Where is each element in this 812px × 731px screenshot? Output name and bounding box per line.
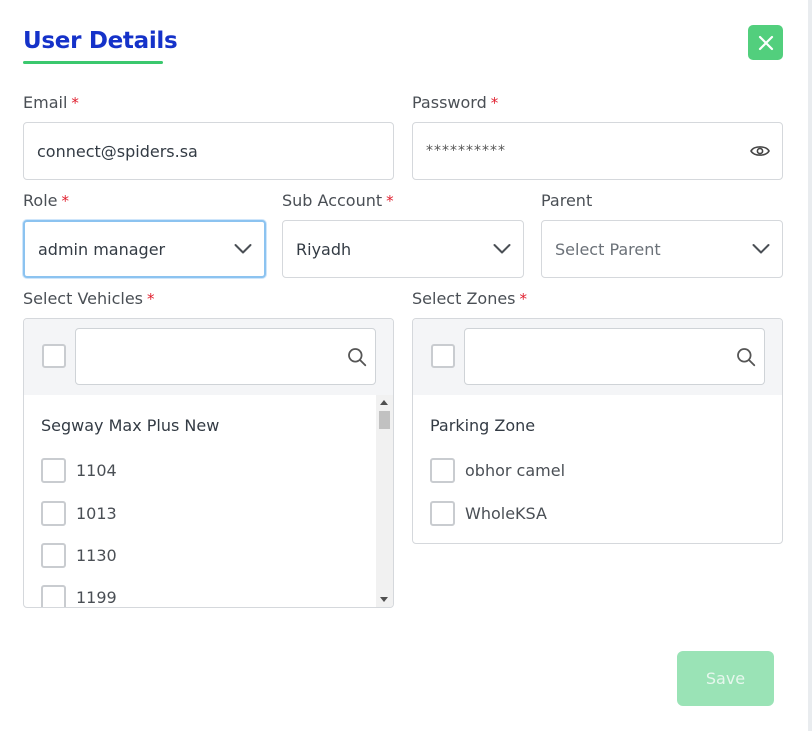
vehicles-picker: Segway Max Plus New 1104 1013 1130 1199: [23, 318, 394, 608]
chevron-down-icon: [752, 244, 770, 254]
scroll-thumb[interactable]: [379, 411, 390, 429]
email-label-text: Email: [23, 93, 68, 112]
list-item[interactable]: 1199: [41, 585, 117, 607]
password-label: Password *: [412, 93, 498, 112]
list-item[interactable]: obhor camel: [430, 458, 565, 483]
vehicle-label: 1104: [76, 461, 117, 480]
zone-label: obhor camel: [465, 461, 566, 480]
sub-account-label-text: Sub Account: [282, 191, 383, 210]
password-value: **********: [426, 143, 506, 159]
role-value: admin manager: [38, 239, 166, 259]
zone-checkbox[interactable]: [430, 458, 455, 483]
vehicles-picker-header: [24, 319, 393, 395]
vehicle-checkbox[interactable]: [41, 501, 66, 526]
user-details-dialog: User Details Email * connect@spiders.sa P…: [0, 0, 812, 731]
vehicle-label: 1013: [76, 504, 117, 523]
role-label-text: Role: [23, 191, 58, 210]
required-mark: *: [386, 192, 394, 210]
password-label-text: Password: [412, 93, 487, 112]
zone-checkbox[interactable]: [430, 501, 455, 526]
sub-account-dropdown-toggle[interactable]: [493, 244, 511, 255]
sub-account-value: Riyadh: [296, 239, 352, 259]
vehicles-search-button[interactable]: [347, 347, 367, 367]
email-field[interactable]: connect@spiders.sa: [23, 122, 394, 180]
vehicle-checkbox[interactable]: [41, 585, 66, 607]
eye-icon: [750, 146, 770, 156]
parent-dropdown-toggle[interactable]: [752, 244, 770, 255]
zones-search-input[interactable]: [464, 328, 765, 385]
password-field[interactable]: **********: [412, 122, 783, 180]
close-icon: [758, 35, 773, 50]
chevron-down-icon: [493, 244, 511, 254]
role-label: Role *: [23, 191, 69, 210]
list-item[interactable]: 1104: [41, 458, 117, 483]
vehicle-checkbox[interactable]: [41, 458, 66, 483]
parent-label-text: Parent: [541, 191, 593, 210]
select-all-zones-checkbox[interactable]: [431, 344, 455, 368]
title-underline: [23, 61, 163, 64]
scroll-down-arrow-icon[interactable]: [380, 597, 388, 602]
zones-label: Select Zones *: [412, 289, 527, 308]
vehicle-checkbox[interactable]: [41, 543, 66, 568]
vehicle-label: 1130: [76, 546, 117, 565]
parent-placeholder: Select Parent: [555, 239, 661, 259]
chevron-down-icon: [234, 244, 252, 254]
zones-label-text: Select Zones: [412, 289, 516, 308]
zones-picker-header: [413, 319, 782, 395]
required-mark: *: [519, 290, 528, 308]
required-mark: *: [490, 94, 499, 112]
required-mark: *: [147, 290, 155, 308]
search-icon: [348, 347, 367, 366]
close-button[interactable]: [748, 25, 783, 60]
role-dropdown-toggle[interactable]: [234, 244, 252, 255]
list-item[interactable]: WholeKSA: [430, 501, 547, 526]
email-label: Email *: [23, 93, 79, 112]
required-mark: *: [61, 192, 69, 210]
zone-label: WholeKSA: [465, 504, 547, 523]
save-button[interactable]: Save: [677, 651, 774, 706]
vehicles-scrollbar[interactable]: [376, 395, 393, 607]
vehicles-search-input[interactable]: [75, 328, 376, 385]
vehicles-label: Select Vehicles *: [23, 289, 155, 308]
scroll-up-arrow-icon[interactable]: [380, 400, 388, 405]
email-value: connect@spiders.sa: [37, 141, 198, 161]
vehicle-label: 1199: [76, 588, 117, 607]
parent-label: Parent: [541, 191, 592, 210]
select-all-vehicles-checkbox[interactable]: [42, 344, 66, 368]
zones-search-button[interactable]: [736, 347, 756, 367]
search-icon: [737, 347, 756, 366]
show-password-toggle[interactable]: [750, 144, 770, 158]
list-item[interactable]: 1130: [41, 543, 117, 568]
zones-picker: Parking Zone obhor camel WholeKSA: [412, 318, 783, 544]
parent-select[interactable]: Select Parent: [541, 220, 783, 278]
role-select[interactable]: admin manager: [23, 220, 266, 278]
vehicles-group-title: Segway Max Plus New: [41, 416, 220, 435]
backdrop-edge: [808, 0, 812, 731]
dialog-title: User Details: [23, 28, 178, 54]
sub-account-select[interactable]: Riyadh: [282, 220, 524, 278]
sub-account-label: Sub Account *: [282, 191, 394, 210]
list-item[interactable]: 1013: [41, 501, 117, 526]
required-mark: *: [71, 94, 79, 112]
zones-group-title: Parking Zone: [430, 416, 536, 435]
vehicles-label-text: Select Vehicles: [23, 289, 143, 308]
